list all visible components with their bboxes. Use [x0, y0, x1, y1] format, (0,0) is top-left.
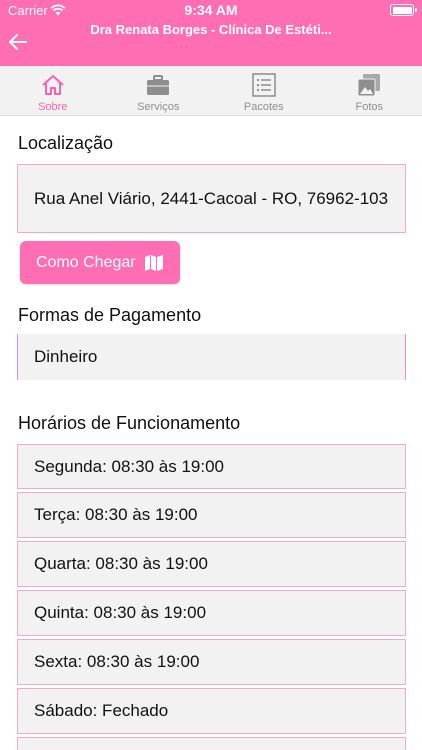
- hours-row: Quarta: 08:30 às 19:00: [17, 541, 406, 587]
- hours-text: Sexta: 08:30 às 19:00: [34, 652, 200, 671]
- tab-servicos[interactable]: Serviços: [106, 66, 212, 115]
- status-time: 9:34 AM: [184, 2, 238, 18]
- tab-sobre[interactable]: Sobre: [0, 66, 106, 115]
- hours-text: Terça: 08:30 às 19:00: [34, 505, 198, 524]
- hours-text: Quinta: 08:30 às 19:00: [34, 603, 207, 622]
- hours-row: Sábado: Fechado: [17, 688, 406, 734]
- tab-pacotes[interactable]: Pacotes: [211, 66, 317, 115]
- battery-icon: [390, 4, 417, 16]
- home-icon: [42, 75, 64, 95]
- directions-label: Como Chegar: [36, 253, 136, 271]
- tab-label: Fotos: [355, 101, 383, 113]
- directions-button[interactable]: Como Chegar: [20, 241, 180, 284]
- hours-row: Terça: 08:30 às 19:00: [17, 492, 406, 538]
- hours-text: Quarta: 08:30 às 19:00: [34, 554, 208, 573]
- tab-label: Sobre: [38, 101, 68, 113]
- content-area: Localização Rua Anel Viário, 2441-Cacoal…: [0, 116, 422, 750]
- hours-text: Sábado: Fechado: [34, 701, 169, 720]
- tab-bar: Sobre Serviços Pacotes Fotos: [0, 66, 422, 116]
- hours-row: Segunda: 08:30 às 19:00: [17, 444, 406, 489]
- address-text: Rua Anel Viário, 2441-Cacoal - RO, 76962…: [34, 188, 389, 208]
- back-arrow-icon[interactable]: [6, 30, 30, 54]
- briefcase-icon: [147, 75, 170, 95]
- status-bar: Carrier 9:34 AM: [0, 0, 422, 22]
- payment-method: Dinheiro: [34, 347, 98, 366]
- payment-title: Formas de Pagamento: [18, 305, 202, 325]
- hours-title: Horários de Funcionamento: [18, 413, 241, 433]
- app-header: Carrier 9:34 AM Dra Renata Borges - Clín…: [0, 0, 422, 66]
- tab-label: Pacotes: [243, 101, 284, 113]
- hours-row: Quinta: 08:30 às 19:00: [17, 590, 406, 636]
- payment-method-box: Dinheiro: [17, 334, 406, 380]
- hours-row: Sexta: 08:30 às 19:00: [17, 639, 406, 685]
- hours-row-partial: [17, 737, 406, 750]
- hours-text: Segunda: 08:30 às 19:00: [34, 456, 224, 476]
- tab-label: Serviços: [137, 101, 180, 113]
- page-title: Dra Renata Borges - Clínica De Estéti...: [90, 22, 332, 37]
- list-icon: [252, 73, 276, 97]
- photos-icon: [357, 74, 381, 97]
- map-icon: [144, 254, 163, 271]
- address-box: Rua Anel Viário, 2441-Cacoal - RO, 76962…: [17, 164, 406, 233]
- tab-fotos[interactable]: Fotos: [317, 66, 422, 115]
- location-title: Localização: [18, 133, 114, 153]
